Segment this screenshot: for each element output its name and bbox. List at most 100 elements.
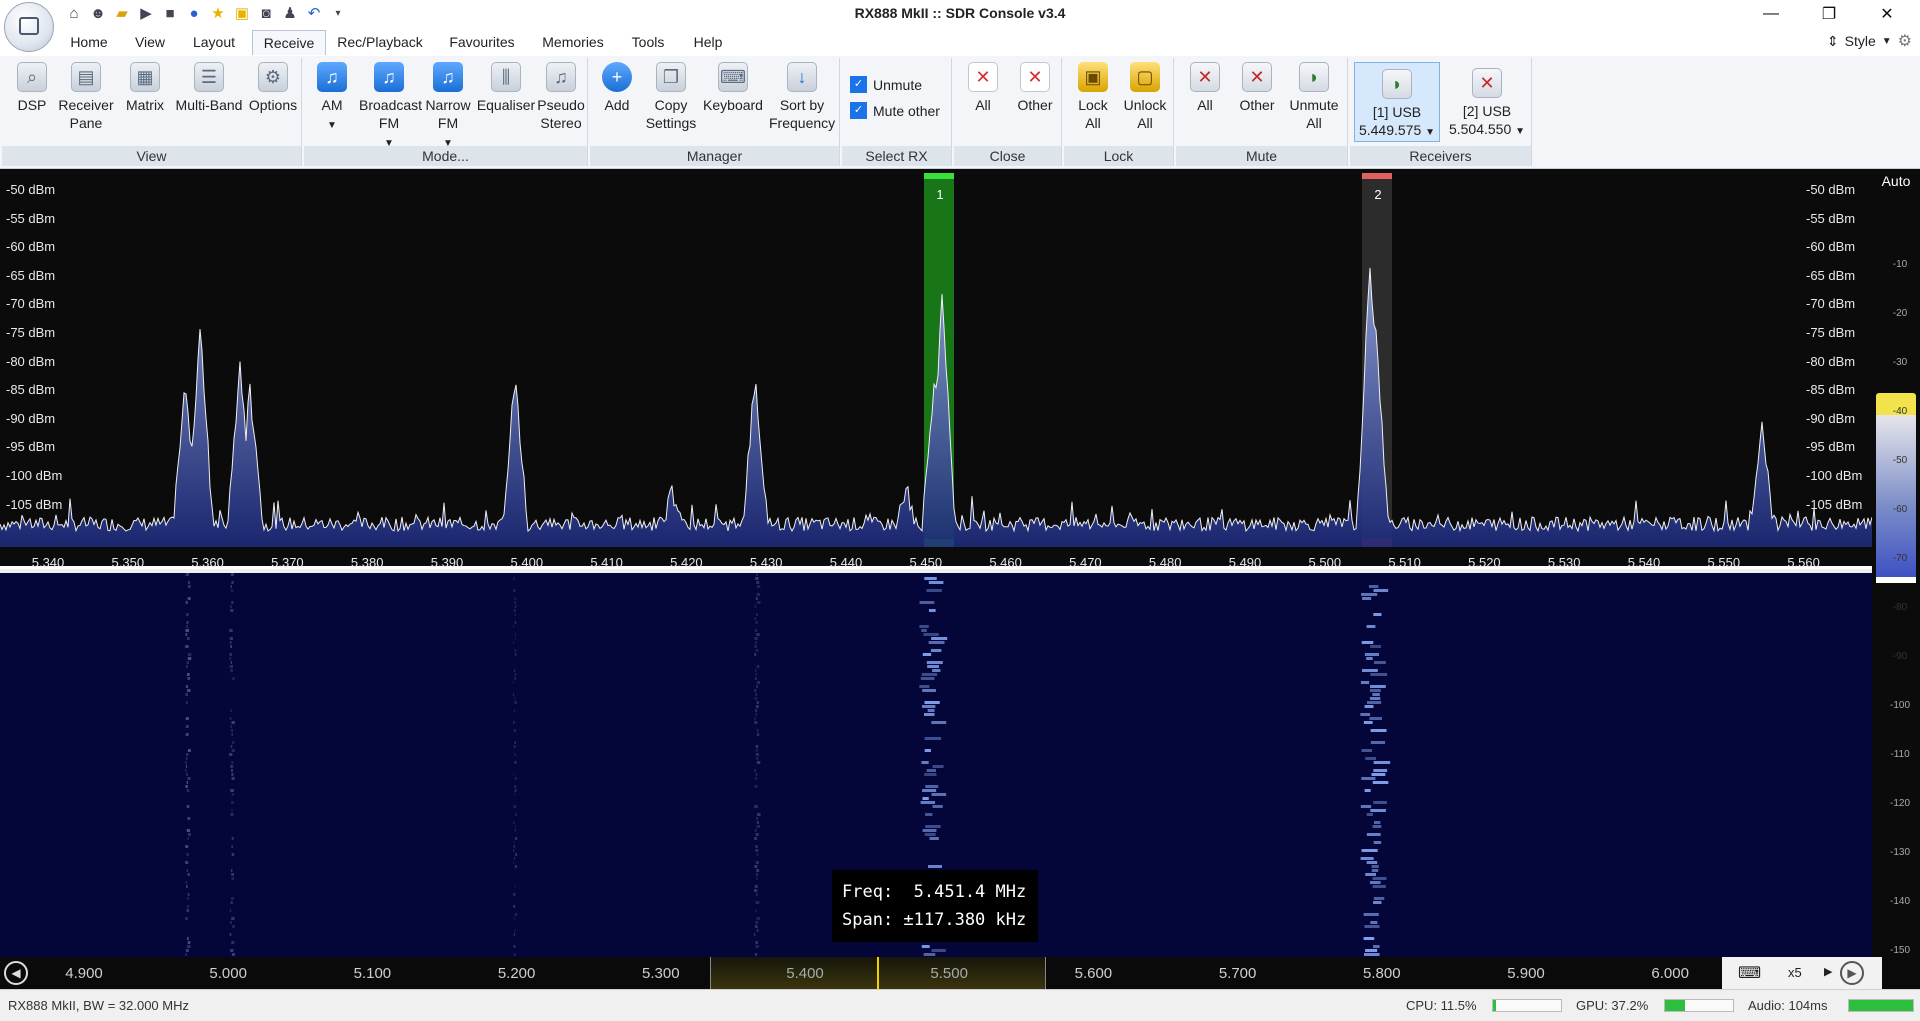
receiver-2-marker[interactable]: 2 bbox=[1370, 187, 1386, 202]
waterfall-streak bbox=[932, 669, 941, 672]
options-button[interactable]: ⚙ Options bbox=[246, 62, 300, 114]
receiver-2-button[interactable]: ✕ [2] USB 5.504.550 ▼ bbox=[1444, 62, 1530, 141]
band-overview-bar[interactable]: ◀ 4.900 5.000 5.100 5.200 5.300 5.400 5.500 5.6… bbox=[0, 957, 1920, 989]
restore-button[interactable]: ❐ bbox=[1806, 0, 1852, 28]
scroll-left-button[interactable]: ◀ bbox=[4, 961, 28, 985]
waterfall-streak bbox=[187, 677, 191, 680]
waterfall-streak bbox=[186, 665, 188, 668]
copy-icon: ❐ bbox=[656, 62, 686, 92]
speaker-icon: ◗ bbox=[1299, 62, 1329, 92]
unlock-all-button[interactable]: ▢ Unlock All bbox=[1120, 62, 1170, 132]
home-icon[interactable]: ⌂ bbox=[64, 3, 84, 23]
waterfall-streak bbox=[231, 853, 235, 856]
spectrum-display[interactable]: 1 2 -50 dBm -55 dBm -60 dBm -65 dBm -70 dBm -… bbox=[0, 169, 1872, 570]
add-button[interactable]: + Add bbox=[594, 62, 640, 114]
band-freq-label: 5.000 bbox=[209, 965, 247, 982]
zoom-value[interactable]: x5 bbox=[1788, 965, 1802, 980]
undo-icon[interactable]: ↶ bbox=[304, 3, 324, 23]
close-all-button[interactable]: ✕ All bbox=[958, 62, 1008, 114]
freq-tick-label: 5.410 bbox=[590, 555, 623, 570]
close-other-button[interactable]: ✕ Other bbox=[1010, 62, 1060, 114]
waterfall-streak bbox=[756, 633, 760, 636]
waterfall-streak bbox=[513, 841, 515, 844]
tab-favourites[interactable]: Favourites bbox=[440, 30, 524, 54]
narrow-fm-button[interactable]: ♫ Narrow FM ▼ bbox=[422, 62, 474, 153]
equaliser-button[interactable]: ⫼ Equaliser bbox=[476, 62, 536, 114]
waterfall-streak bbox=[230, 585, 232, 588]
chevron-down-icon: ▼ bbox=[1881, 35, 1892, 47]
sort-by-frequency-button[interactable]: ↓ Sort by Frequency bbox=[768, 62, 836, 132]
mute-all-button[interactable]: ✕ All bbox=[1180, 62, 1230, 114]
receiver-pane-button[interactable]: ▤ Receiver Pane bbox=[58, 62, 114, 132]
user-icon[interactable]: ♟ bbox=[280, 3, 300, 23]
pseudo-stereo-button[interactable]: ♫ Pseudo Stereo bbox=[536, 62, 586, 132]
waterfall-streak bbox=[1372, 693, 1380, 696]
folder-icon[interactable]: ▰ bbox=[112, 3, 132, 23]
waterfall-streak bbox=[754, 689, 757, 692]
play-icon[interactable]: ▶ bbox=[136, 3, 156, 23]
zoom-next-icon[interactable]: ▶ bbox=[1824, 965, 1832, 978]
receiver-1-button[interactable]: ◗ [1] USB 5.449.575 ▼ bbox=[1354, 62, 1440, 142]
tab-view[interactable]: View bbox=[126, 30, 174, 54]
unmute-checkbox[interactable]: ✓ Unmute bbox=[850, 76, 922, 93]
audio-meter bbox=[1848, 999, 1914, 1012]
minimize-button[interactable]: — bbox=[1748, 0, 1794, 28]
mute-other-checkbox[interactable]: ✓ Mute other bbox=[850, 102, 940, 119]
dropdown-icon[interactable]: ▾ bbox=[328, 3, 348, 23]
keyboard-icon[interactable]: ⌨ bbox=[1738, 963, 1761, 983]
waterfall-streak bbox=[925, 813, 933, 816]
camera-icon[interactable]: ◙ bbox=[256, 3, 276, 23]
tab-layout[interactable]: Layout bbox=[186, 30, 242, 54]
app-menu-button[interactable] bbox=[4, 2, 54, 52]
gear-icon[interactable]: ⚙ bbox=[1898, 31, 1912, 51]
waterfall-streak bbox=[186, 637, 190, 640]
waterfall-streak bbox=[928, 581, 944, 584]
style-menu[interactable]: ⇕ Style ▼ ⚙ bbox=[1827, 31, 1912, 51]
tab-receive[interactable]: Receive bbox=[252, 30, 326, 55]
copy-settings-button[interactable]: ❐ Copy Settings bbox=[642, 62, 700, 132]
waterfall-streak bbox=[1365, 757, 1377, 760]
waterfall-streak bbox=[1373, 661, 1386, 664]
star-icon[interactable]: ★ bbox=[208, 3, 228, 23]
broadcast-fm-button[interactable]: ♫ Broadcast FM ▼ bbox=[358, 62, 422, 153]
music-note-icon: ♫ bbox=[546, 62, 576, 92]
waterfall-streak bbox=[186, 673, 190, 676]
mute-other-button[interactable]: ✕ Other bbox=[1232, 62, 1282, 114]
auto-button[interactable]: Auto bbox=[1872, 173, 1920, 189]
tab-help[interactable]: Help bbox=[686, 30, 730, 54]
waterfall-streak bbox=[756, 893, 758, 896]
waterfall-streak bbox=[931, 793, 947, 796]
lock-all-button[interactable]: ▣ Lock All bbox=[1068, 62, 1118, 132]
mute-other-label: Mute other bbox=[873, 102, 940, 119]
close-button[interactable]: ✕ bbox=[1864, 0, 1910, 28]
waterfall-streak bbox=[230, 605, 232, 608]
matrix-button[interactable]: ▦ Matrix bbox=[120, 62, 170, 114]
dsp-button[interactable]: ⌕ DSP bbox=[8, 62, 56, 114]
lock-icon[interactable]: ▣ bbox=[232, 3, 252, 23]
record-icon[interactable]: ● bbox=[184, 3, 204, 23]
waterfall-streak bbox=[1373, 589, 1389, 592]
tab-memories[interactable]: Memories bbox=[536, 30, 610, 54]
waterfall-streak bbox=[756, 593, 761, 596]
waterfall-streak bbox=[755, 673, 757, 676]
scale-bottom-handle[interactable] bbox=[1876, 577, 1916, 583]
waterfall-streak bbox=[231, 581, 234, 584]
multi-band-button[interactable]: ☰ Multi-Band bbox=[172, 62, 246, 114]
waterfall-streak bbox=[513, 893, 516, 896]
waterfall-streak bbox=[185, 613, 189, 616]
receiver-1-marker[interactable]: 1 bbox=[932, 187, 948, 202]
tab-home[interactable]: Home bbox=[62, 30, 116, 54]
keyboard-button[interactable]: ⌨ Keyboard bbox=[700, 62, 766, 114]
people-icon[interactable]: ☻ bbox=[88, 3, 108, 23]
waterfall-streak bbox=[514, 853, 518, 856]
tab-tools[interactable]: Tools bbox=[624, 30, 672, 54]
waterfall-streak bbox=[514, 741, 517, 744]
level-scale[interactable]: Auto -10 -20 -30 -40 -50 -60 -70 -80 -90 -100 -110… bbox=[1872, 169, 1920, 957]
tab-rec-playback[interactable]: Rec/Playback bbox=[334, 30, 426, 54]
stop-icon[interactable]: ■ bbox=[160, 3, 180, 23]
band-cursor[interactable] bbox=[877, 957, 879, 989]
am-button[interactable]: ♫ AM ▼ bbox=[308, 62, 356, 135]
unmute-all-button[interactable]: ◗ Unmute All bbox=[1284, 62, 1344, 132]
scroll-right-button[interactable]: ▶ bbox=[1840, 961, 1864, 985]
waterfall-streak bbox=[923, 953, 936, 956]
